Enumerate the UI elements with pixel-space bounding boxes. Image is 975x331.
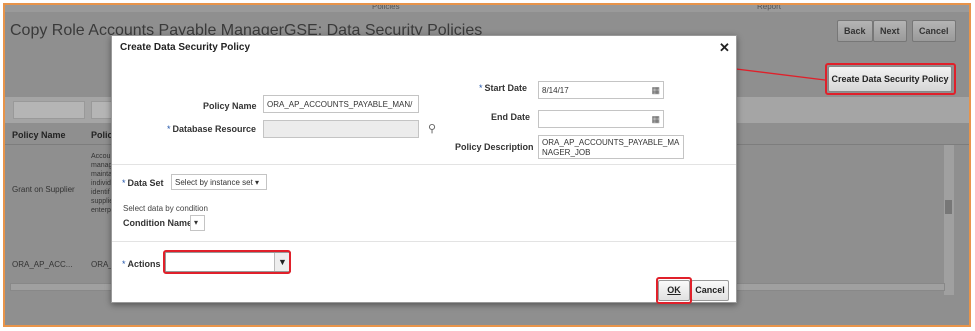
database-resource-label: * Database Resource [167,124,257,134]
policy-description-label: Policy Description [455,142,534,152]
vertical-scrollbar[interactable] [944,145,954,295]
section-divider [112,164,736,165]
policy-name-field[interactable]: ORA_AP_ACCOUNTS_PAYABLE_MAN/ [263,95,419,113]
table-filter-field[interactable] [13,101,85,119]
start-date-field[interactable]: 8/14/17 ▦ [538,81,664,99]
select-by-condition-text: Select data by condition [123,204,208,213]
dialog-title: Create Data Security Policy [120,42,251,53]
start-date-label: * Start Date [479,83,528,93]
condition-name-select[interactable]: ▾ [190,215,205,231]
data-set-text: Data Set [127,178,164,188]
search-icon[interactable]: ⚲ [428,122,436,135]
ok-button[interactable]: OK [658,280,690,301]
policy-name-label: Policy Name [203,101,257,111]
create-data-security-policy-button[interactable]: Create Data Security Policy [828,66,952,92]
close-icon[interactable]: ✕ [719,40,730,56]
calendar-icon[interactable]: ▦ [651,85,660,96]
table-cell-name[interactable]: Grant on Supplier [12,185,75,194]
table-cell-name[interactable]: ORA_AP_ACC... [12,260,72,269]
top-tab-strip: Policies Report [5,5,969,12]
database-resource-field[interactable] [263,120,419,138]
tab-report[interactable]: Report [757,5,781,11]
database-resource-text: Database Resource [172,124,257,134]
column-header-policy-name[interactable]: Policy Name [12,130,66,140]
data-set-label: * Data Set [122,178,164,188]
policy-description-field[interactable]: ORA_AP_ACCOUNTS_PAYABLE_MANAGER_JOB [538,135,684,159]
data-set-select[interactable]: Select by instance set ▾ [171,174,267,190]
section-divider [112,241,736,242]
actions-label: * Actions [122,259,161,269]
condition-name-label: Condition Name [123,218,192,228]
actions-text: Actions [127,259,161,269]
cancel-button[interactable]: Cancel [691,280,729,301]
scrollbar-thumb[interactable] [945,200,952,214]
calendar-icon[interactable]: ▦ [651,114,660,125]
end-date-label: End Date [491,112,531,122]
end-date-field[interactable]: ▦ [538,110,664,128]
actions-select[interactable]: ▼ [165,252,291,272]
page-cancel-button[interactable]: Cancel [912,20,956,42]
start-date-text: Start Date [484,83,528,93]
tab-policies[interactable]: Policies [372,5,400,11]
back-button[interactable]: Back [837,20,873,42]
next-button[interactable]: Next [873,20,907,42]
chevron-down-icon[interactable]: ▼ [274,253,290,271]
data-set-value: Select by instance set [175,178,253,187]
start-date-value: 8/14/17 [542,86,569,95]
